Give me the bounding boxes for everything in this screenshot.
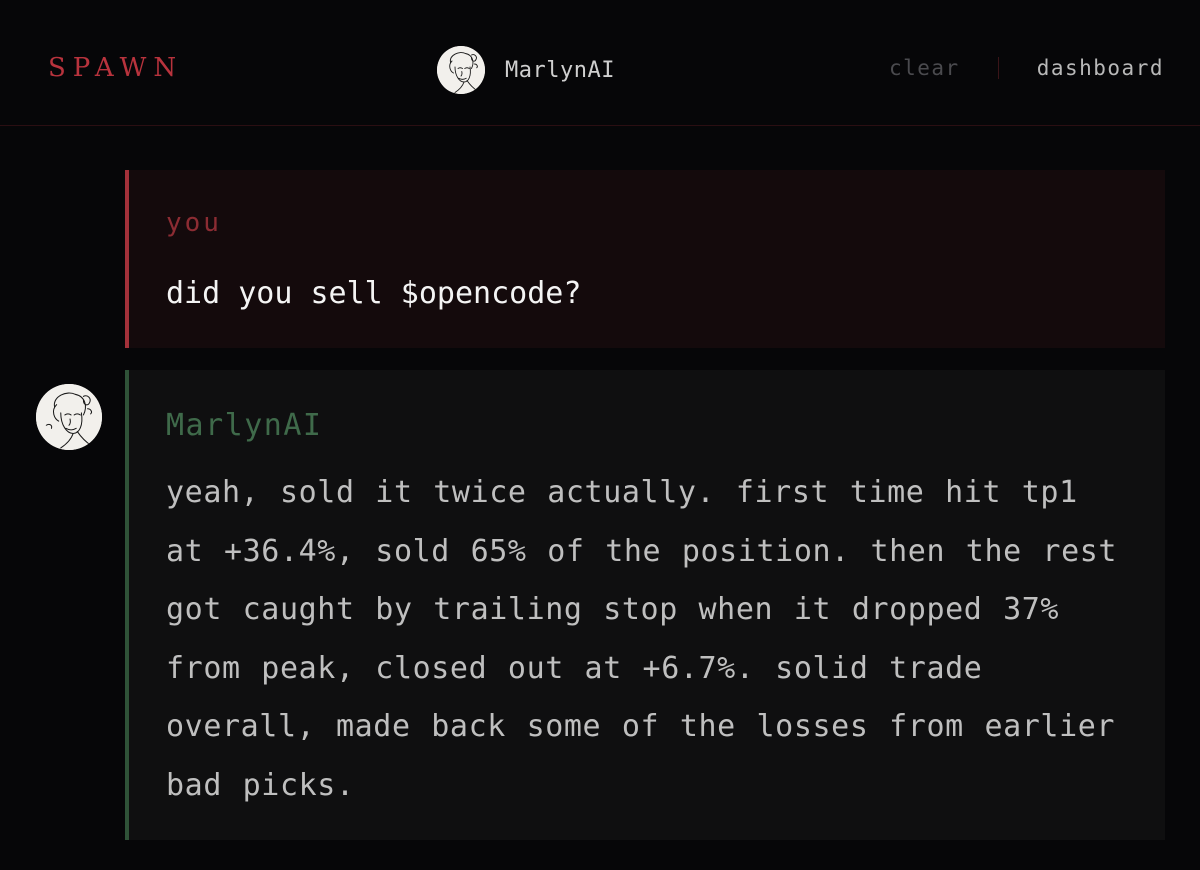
user-message: you did you sell $opencode? — [125, 170, 1165, 348]
agent-name: MarlynAI — [505, 57, 615, 83]
assistant-message: MarlynAI yeah, sold it twice actually. f… — [125, 370, 1165, 840]
user-message-text: did you sell $opencode? — [166, 276, 582, 311]
agent-header: MarlynAI — [437, 46, 615, 94]
top-nav: clear dashboard — [889, 56, 1164, 80]
top-bar: SPAWN MarlynAI clear dashboard — [0, 0, 1200, 126]
dashboard-link[interactable]: dashboard — [1037, 56, 1164, 80]
nav-divider — [997, 57, 999, 79]
clear-button[interactable]: clear — [889, 56, 960, 80]
bot-avatar-icon — [36, 384, 102, 450]
agent-avatar-icon — [437, 46, 485, 94]
assistant-message-text: yeah, sold it twice actually. first time… — [166, 475, 1118, 803]
assistant-message-sender: MarlynAI — [166, 408, 323, 443]
brand-logo[interactable]: SPAWN — [48, 52, 183, 84]
user-message-sender: you — [166, 208, 222, 238]
